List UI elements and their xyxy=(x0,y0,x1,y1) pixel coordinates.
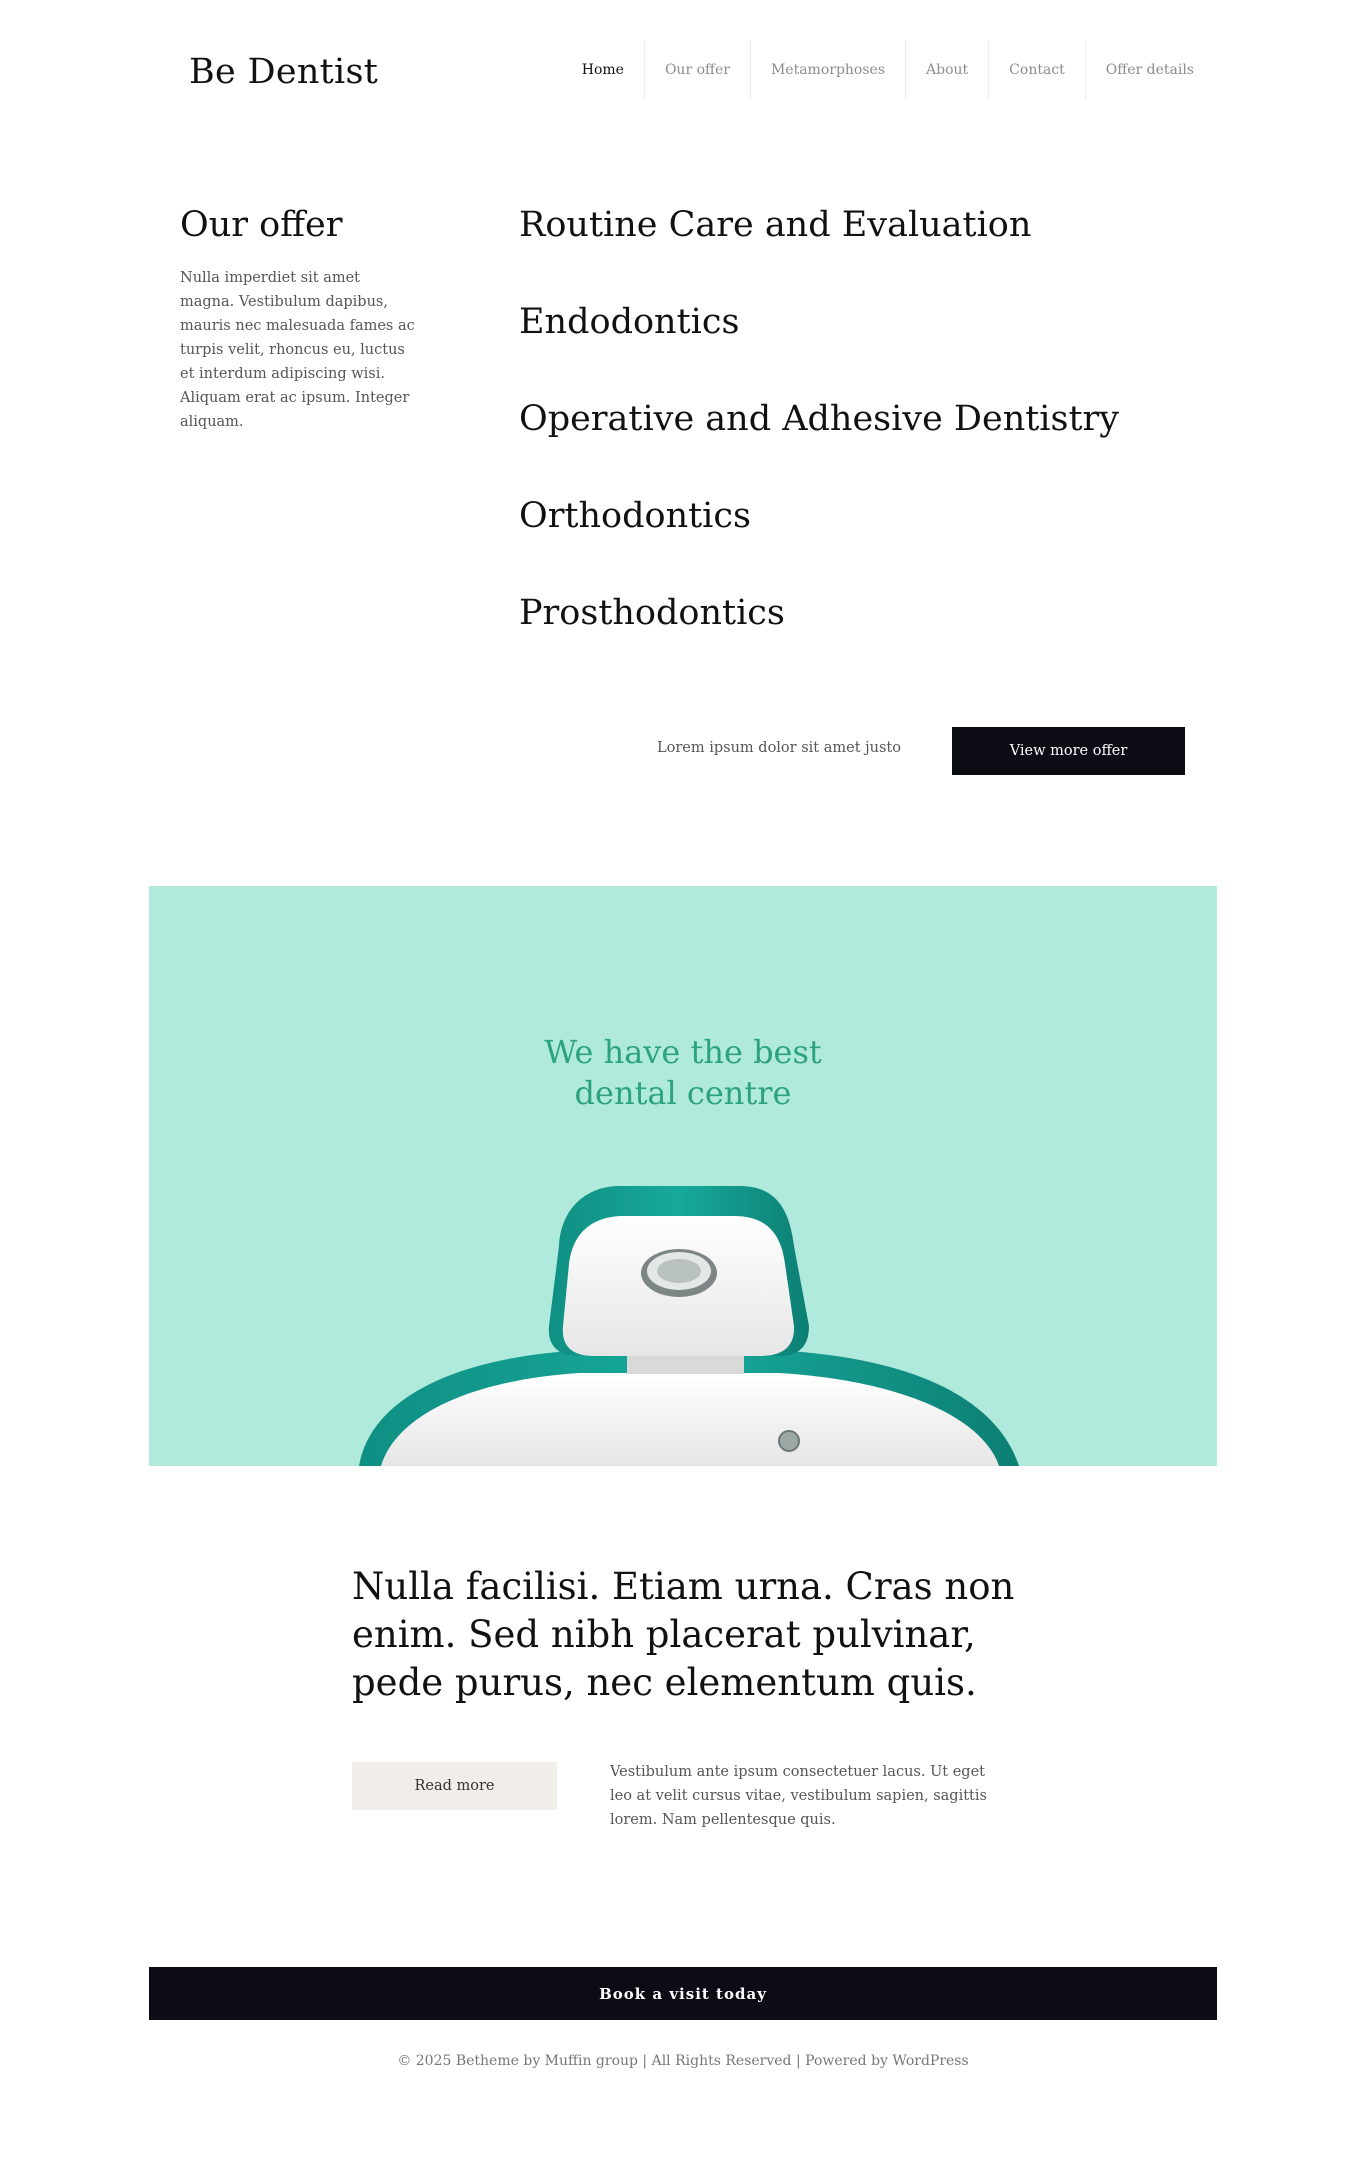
feature-quote: Nulla facilisi. Etiam urna. Cras non eni… xyxy=(352,1565,1015,1704)
feature-text: Vestibulum ante ipsum consectetuer lacus… xyxy=(610,1764,987,1828)
site-logo[interactable]: Be Dentist xyxy=(189,52,378,92)
nav-item-our-offer[interactable]: Our offer xyxy=(645,40,751,100)
view-more-offer-button[interactable]: View more offer xyxy=(952,727,1185,775)
service-item-operative-dentistry[interactable]: Operative and Adhesive Dentistry xyxy=(519,399,1119,439)
read-more-button[interactable]: Read more xyxy=(352,1762,557,1810)
service-item-orthodontics[interactable]: Orthodontics xyxy=(519,496,751,536)
offer-heading: Our offer xyxy=(180,205,343,245)
copyright-text: © 2025 Betheme by Muffin group | All Rig… xyxy=(397,2053,969,2069)
nav-item-offer-details[interactable]: Offer details xyxy=(1086,40,1203,100)
service-item-routine-care[interactable]: Routine Care and Evaluation xyxy=(519,205,1031,245)
hero-banner: We have the best dental centre xyxy=(149,886,1217,1466)
offer-description: Nulla imperdiet sit amet magna. Vestibul… xyxy=(180,270,415,430)
main-nav: Home Our offer Metamorphoses About Conta… xyxy=(562,40,1203,100)
dental-chair-illustration xyxy=(359,1186,1019,1466)
banner-title-line1: We have the best xyxy=(544,1033,822,1071)
nav-item-contact[interactable]: Contact xyxy=(989,40,1086,100)
book-visit-button[interactable]: Book a visit today xyxy=(149,1967,1217,2020)
nav-item-home[interactable]: Home xyxy=(562,40,645,100)
nav-item-metamorphoses[interactable]: Metamorphoses xyxy=(751,40,907,100)
service-item-endodontics[interactable]: Endodontics xyxy=(519,302,739,342)
service-item-prosthodontics[interactable]: Prosthodontics xyxy=(519,593,785,633)
banner-title-line2: dental centre xyxy=(574,1074,792,1112)
nav-item-about[interactable]: About xyxy=(906,40,990,100)
offer-cta-text: Lorem ipsum dolor sit amet justo xyxy=(657,740,901,756)
